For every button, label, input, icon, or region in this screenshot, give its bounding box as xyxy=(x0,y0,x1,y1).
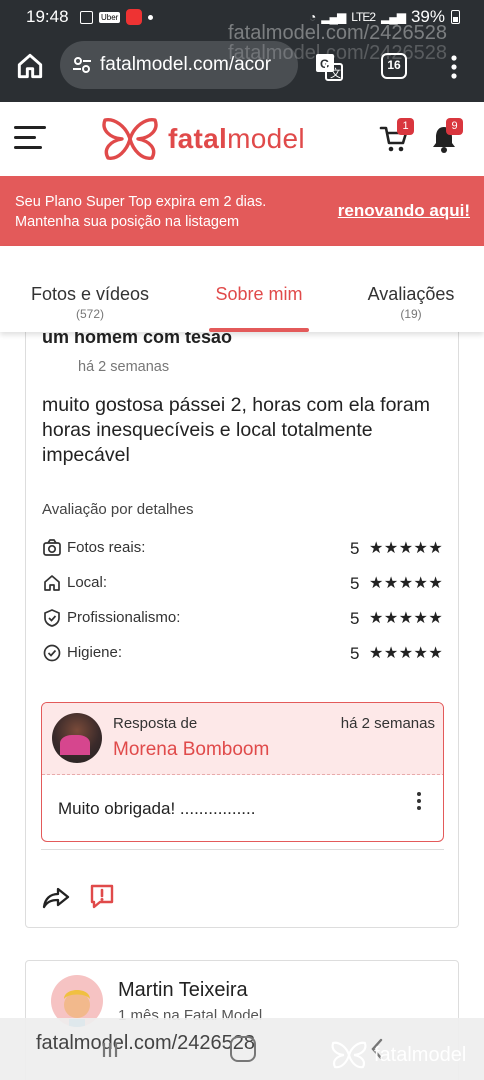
banner-message: Seu Plano Super Top expira em 2 dias. Ma… xyxy=(15,194,267,230)
active-tab-indicator xyxy=(209,328,309,332)
app-notification-icon xyxy=(126,9,143,25)
divider xyxy=(41,849,444,850)
rating-row-location: Local: 5 ★★★★★ xyxy=(42,572,446,596)
reply-header: Resposta de há 2 semanas Morena Bomboom xyxy=(42,703,443,775)
watermark-url-shadow: fatalmodel.com/2426528 xyxy=(228,42,448,64)
home-icon[interactable] xyxy=(14,50,46,82)
system-nav-bar: fatalmodel.com/2426528 fatalmodel xyxy=(0,1018,484,1080)
rating-label: Local: xyxy=(67,574,108,591)
review-date: há 2 semanas xyxy=(78,359,170,375)
watermark-logo: fatalmodel xyxy=(330,1040,466,1070)
hamburger-menu-icon[interactable] xyxy=(14,126,46,152)
camera-icon xyxy=(43,539,61,556)
shield-check-icon xyxy=(44,609,60,627)
avatar xyxy=(52,713,102,763)
home-nav-icon[interactable] xyxy=(230,1036,256,1062)
gallery-icon xyxy=(80,10,93,24)
share-icon[interactable] xyxy=(42,885,70,911)
browser-chrome: 19:48 Uber ◔ ▂▄▆ LTE2 ▂▄▆ 39% fatalmodel… xyxy=(0,0,484,102)
rating-row-hygiene: Higiene: 5 ★★★★★ xyxy=(42,642,446,666)
butterfly-logo-icon xyxy=(102,118,158,160)
brand-name: fatalmodel xyxy=(168,123,305,154)
report-icon[interactable] xyxy=(88,883,116,911)
plan-expiry-banner: Seu Plano Super Top expira em 2 dias. Ma… xyxy=(0,176,484,246)
more-notifications-dot xyxy=(148,14,154,20)
rating-label: Profissionalismo: xyxy=(67,609,181,626)
screen: 19:48 Uber ◔ ▂▄▆ LTE2 ▂▄▆ 39% fatalmodel… xyxy=(0,0,484,1080)
rating-value: 5 xyxy=(350,609,360,628)
svg-text:文: 文 xyxy=(330,66,341,80)
recent-apps-icon[interactable] xyxy=(101,1042,119,1058)
rating-row-professionalism: Profissionalismo: 5 ★★★★★ xyxy=(42,607,446,631)
watermark-url: fatalmodel.com/2426528 xyxy=(36,1032,256,1054)
notification-badge: 9 xyxy=(446,118,463,135)
watermark-url: fatalmodel.com/2426528 xyxy=(228,22,448,44)
rating-details-heading: Avaliação por detalhes xyxy=(42,501,194,518)
owner-reply: Resposta de há 2 semanas Morena Bomboom … xyxy=(41,702,444,842)
rating-stars: ★★★★★ xyxy=(369,610,444,627)
rating-value: 5 xyxy=(350,644,360,663)
review-text: muito gostosa pássei 2, horas com ela fo… xyxy=(42,394,431,466)
tab-reviews[interactable]: Avaliações (19) xyxy=(352,284,470,321)
rating-value: 5 xyxy=(350,539,360,558)
rating-value: 5 xyxy=(350,574,360,593)
rating-label: Higiene: xyxy=(67,644,123,661)
status-time: 19:48 xyxy=(26,7,69,26)
rating-stars: ★★★★★ xyxy=(369,540,444,557)
rating-stars: ★★★★★ xyxy=(369,575,444,592)
check-circle-icon xyxy=(43,644,61,662)
tab-photos-videos[interactable]: Fotos e vídeos (572) xyxy=(14,284,166,321)
reply-text: Muito obrigada! ................ xyxy=(58,799,256,818)
uber-icon: Uber xyxy=(99,11,121,23)
reply-author[interactable]: Morena Bomboom xyxy=(113,739,269,761)
site-settings-icon[interactable] xyxy=(70,53,94,77)
tab-about-me[interactable]: Sobre mim xyxy=(198,284,320,305)
logo[interactable]: fatalmodel xyxy=(100,116,305,162)
home-icon xyxy=(44,575,60,591)
reply-date: há 2 semanas xyxy=(340,715,435,732)
more-vert-icon[interactable] xyxy=(415,791,423,811)
renew-link[interactable]: renovando aqui! xyxy=(338,201,470,221)
butterfly-logo-icon xyxy=(331,1041,367,1069)
rating-label: Fotos reais: xyxy=(67,539,146,556)
site-header: fatalmodel 1 9 xyxy=(0,102,484,176)
rating-stars: ★★★★★ xyxy=(369,645,444,662)
battery-icon xyxy=(451,10,460,24)
cart-badge: 1 xyxy=(397,118,414,135)
rating-row-photos: Fotos reais: 5 ★★★★★ xyxy=(42,537,446,561)
status-notification-icons: Uber xyxy=(80,9,154,25)
reply-label: Resposta de xyxy=(113,715,198,732)
review-card: um homem com tesão há 2 semanas muito go… xyxy=(25,300,459,928)
reviewer-name: Martin Teixeira xyxy=(118,979,248,1001)
profile-tabs: Fotos e vídeos (572) Sobre mim Avaliaçõe… xyxy=(0,246,484,332)
